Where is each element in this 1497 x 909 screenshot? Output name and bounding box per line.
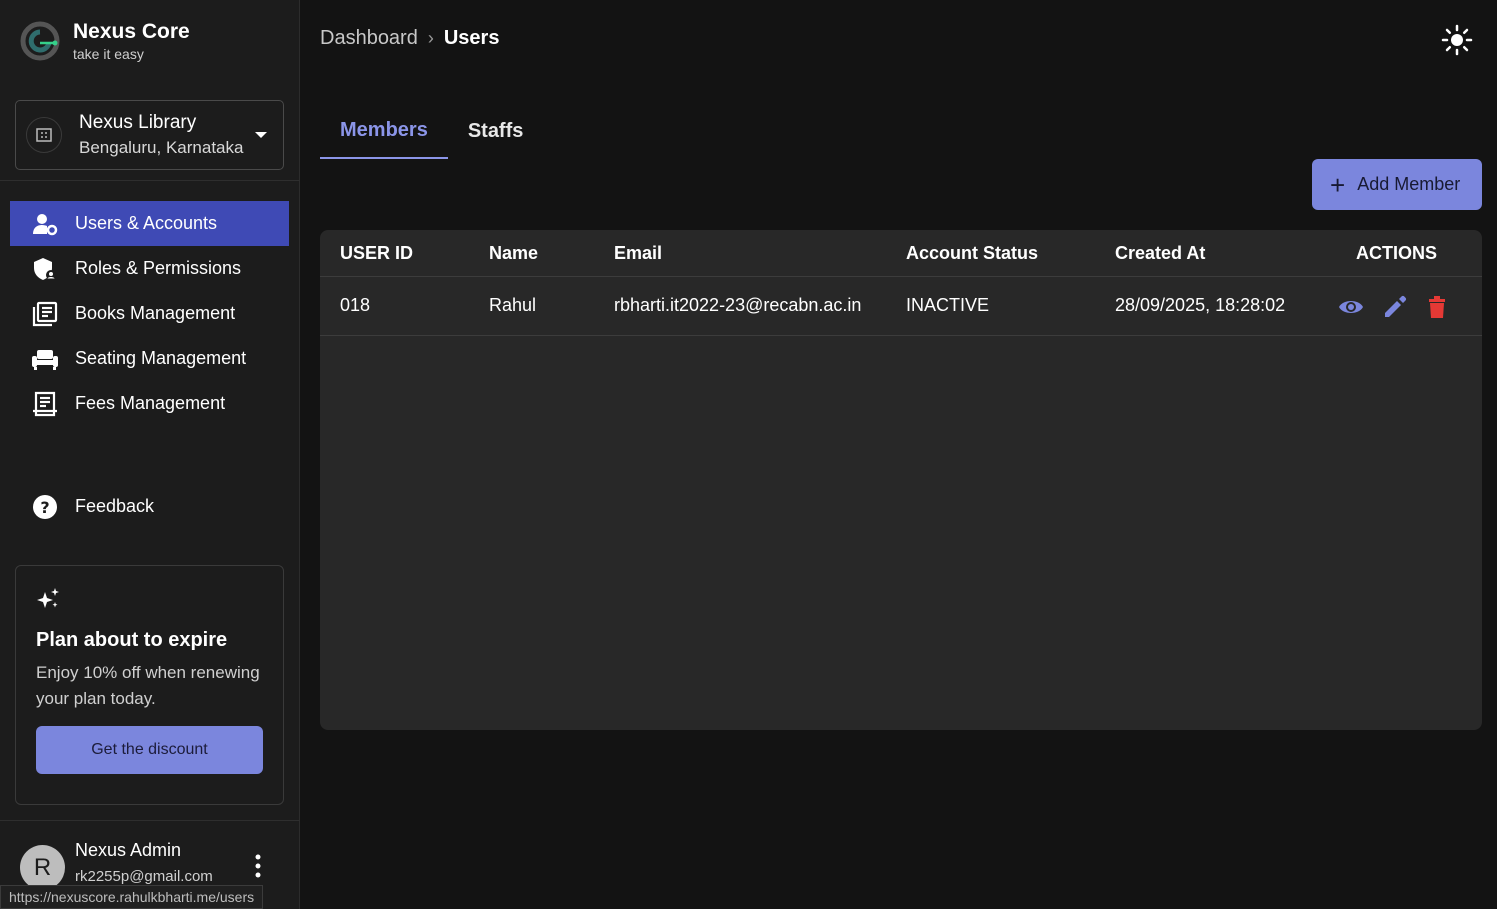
edit-icon[interactable] — [1382, 294, 1408, 320]
add-member-button[interactable]: + Add Member — [1312, 159, 1482, 210]
promo-title: Plan about to expire — [36, 629, 228, 651]
brand-tagline: take it easy — [73, 46, 144, 62]
breadcrumb-current: Users — [443, 27, 500, 49]
column-header-user-id[interactable]: USER ID — [340, 243, 413, 264]
sidebar: Nexus Core take it easy Nexus Library Be… — [0, 0, 300, 909]
shield-user-icon — [31, 255, 59, 283]
breadcrumb-dashboard[interactable]: Dashboard — [320, 27, 418, 50]
more-vert-icon[interactable] — [250, 853, 266, 879]
tabs: Members Staffs — [320, 104, 543, 159]
cell-name: Rahul — [489, 295, 537, 315]
sparkles-icon — [37, 588, 59, 608]
sidebar-item-fees[interactable]: Fees Management — [10, 381, 289, 426]
tab-members[interactable]: Members — [320, 104, 448, 159]
delete-icon[interactable] — [1424, 294, 1450, 320]
library-location: Bengaluru, Karnataka — [79, 138, 244, 157]
sun-icon[interactable] — [1441, 24, 1473, 56]
sidebar-item-label: Roles & Permissions — [75, 258, 242, 278]
library-selector[interactable]: Nexus Library Bengaluru, Karnataka — [15, 100, 284, 170]
library-name: Nexus Library — [79, 112, 197, 133]
receipt-icon — [31, 390, 59, 418]
building-icon — [26, 117, 62, 153]
brand[interactable]: Nexus Core take it easy — [20, 20, 190, 62]
sofa-icon — [31, 345, 59, 373]
table-row[interactable]: 018 Rahul rbharti.it2022-23@recabn.ac.in… — [320, 277, 1482, 336]
sidebar-item-roles-permissions[interactable]: Roles & Permissions — [10, 246, 289, 291]
sidebar-item-label: Users & Accounts — [75, 213, 218, 233]
cell-created-at: 28/09/2025, 18:28:02 — [1115, 295, 1286, 315]
sidebar-item-label: Books Management — [75, 303, 236, 323]
sidebar-item-seating[interactable]: Seating Management — [10, 336, 289, 381]
brand-name: Nexus Core — [73, 20, 190, 43]
user-email: rk2255p@gmail.com — [75, 868, 213, 885]
feedback-section: ? Feedback — [10, 484, 289, 529]
column-header-name[interactable]: Name — [489, 243, 538, 264]
promo-text: Enjoy 10% off when renewing your plan to… — [36, 663, 260, 708]
sidebar-item-books[interactable]: Books Management — [10, 291, 289, 336]
svg-text:?: ? — [40, 498, 49, 517]
column-header-created-at[interactable]: Created At — [1115, 243, 1205, 264]
user-name: Nexus Admin — [75, 840, 182, 860]
plan-expiry-card: Plan about to expire Enjoy 10% off when … — [15, 565, 284, 805]
chevron-down-icon — [255, 132, 267, 138]
column-header-actions: ACTIONS — [1356, 243, 1437, 263]
divider — [0, 180, 300, 181]
cell-user-id: 018 — [340, 295, 371, 315]
view-icon[interactable] — [1338, 294, 1364, 320]
logo-icon — [20, 21, 60, 61]
plus-icon: + — [1330, 169, 1346, 200]
column-header-status[interactable]: Account Status — [906, 243, 1038, 264]
users-gear-icon — [31, 210, 59, 238]
sidebar-item-feedback[interactable]: ? Feedback — [10, 484, 289, 529]
tab-staffs[interactable]: Staffs — [448, 104, 544, 159]
chevron-right-icon: › — [427, 28, 434, 48]
sidebar-nav: Users & Accounts Roles & Permissions Boo… — [10, 201, 289, 426]
add-member-label: Add Member — [1357, 174, 1461, 194]
sidebar-item-label: Fees Management — [75, 393, 226, 413]
get-discount-button[interactable]: Get the discount — [36, 726, 263, 774]
help-icon: ? — [31, 493, 59, 521]
column-header-email[interactable]: Email — [614, 243, 662, 264]
table-header: USER ID Name Email Account Status Create… — [320, 230, 1482, 277]
cell-email: rbharti.it2022-23@recabn.ac.in — [614, 295, 862, 315]
cell-status: INACTIVE — [906, 295, 990, 315]
sidebar-item-users-accounts[interactable]: Users & Accounts — [10, 201, 289, 246]
avatar[interactable]: R — [20, 845, 65, 890]
breadcrumb: Dashboard › Users — [320, 27, 499, 50]
members-table: USER ID Name Email Account Status Create… — [320, 230, 1482, 730]
sidebar-item-label: Seating Management — [75, 348, 247, 368]
status-bar-url: https://nexuscore.rahulkbharti.me/users — [0, 885, 264, 909]
books-icon — [31, 300, 59, 328]
feedback-label: Feedback — [75, 496, 155, 516]
